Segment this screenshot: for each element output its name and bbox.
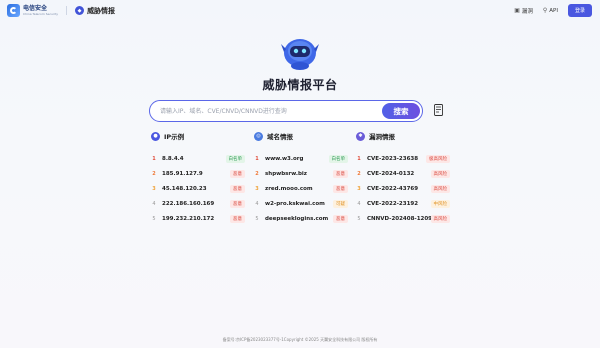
status-badge: 高风险 <box>430 169 450 178</box>
ip-column-title: IP示例 <box>164 133 185 141</box>
list-item[interactable]: 4 w2-pro.kskwai.com 可疑 <box>254 196 348 211</box>
brand-divider <box>66 6 68 15</box>
status-badge: 恶意 <box>333 214 348 223</box>
list-item[interactable]: 5 CNNVD-202408-1209 高风险 <box>356 211 450 226</box>
status-badge: 高风险 <box>430 214 450 223</box>
rank-number: 4 <box>255 200 259 207</box>
nav-vuln[interactable]: ▣ 漏洞 <box>514 7 533 15</box>
top-nav: ▣ 漏洞 ⚲ API 登录 <box>514 4 592 17</box>
nav-api[interactable]: ⚲ API <box>543 7 558 14</box>
status-badge: 恶意 <box>333 169 348 178</box>
list-item[interactable]: 4 CVE-2022-23192 中风险 <box>356 196 450 211</box>
item-value: deepseeklogins.com <box>265 215 329 222</box>
search-button[interactable]: 搜索 <box>382 103 420 119</box>
status-badge: 恶意 <box>230 184 245 193</box>
brand[interactable]: 电信安全 China Telecom Security ◆ 威胁情报 <box>7 4 115 17</box>
ip-list: 1 8.8.4.4 白名单 2 185.91.127.9 恶意 3 45.148.120.23… <box>151 151 245 226</box>
status-badge: 恶意 <box>230 169 245 178</box>
bug-icon: ✱ <box>356 131 365 141</box>
list-item[interactable]: 3 zred.mooo.com 恶意 <box>254 181 348 196</box>
item-value: CNNVD-202408-1209 <box>367 215 431 222</box>
status-badge: 可疑 <box>333 199 348 208</box>
list-item[interactable]: 1 CVE-2023-23638 极高风险 <box>356 151 450 166</box>
status-badge: 恶意 <box>333 184 348 193</box>
brand-subtitle: China Telecom Security <box>23 11 59 16</box>
robot-mascot-icon <box>281 39 319 70</box>
item-value: 222.186.160.169 <box>162 200 215 207</box>
rank-number: 4 <box>357 200 361 207</box>
list-item[interactable]: 5 deepseeklogins.com 恶意 <box>254 211 348 226</box>
rank-number: 5 <box>255 215 259 222</box>
item-value: CVE-2022-23192 <box>367 200 419 207</box>
search-bar: 搜索 <box>149 100 423 122</box>
item-value: zred.mooo.com <box>265 185 313 192</box>
shield-icon: ◆ <box>75 6 85 15</box>
rank-number: 1 <box>255 155 259 162</box>
rank-number: 4 <box>152 200 156 207</box>
ip-column-header: ● IP示例 <box>151 131 245 141</box>
list-item[interactable]: 4 222.186.160.169 恶意 <box>151 196 245 211</box>
login-button[interactable]: 登录 <box>567 4 592 17</box>
list-item[interactable]: 1 8.8.4.4 白名单 <box>151 151 245 166</box>
list-item[interactable]: 3 45.148.120.23 恶意 <box>151 181 245 196</box>
item-value: 199.232.210.172 <box>162 215 215 222</box>
status-badge: 极高风险 <box>426 154 450 163</box>
search-input[interactable] <box>150 106 382 116</box>
rank-number: 1 <box>357 155 361 162</box>
vuln-column: ✱ 漏洞情报 1 CVE-2023-23638 极高风险 2 CVE-2024-0132… <box>356 131 450 226</box>
item-value: 8.8.4.4 <box>162 155 184 162</box>
list-item[interactable]: 1 www.w3.org 白名单 <box>254 151 348 166</box>
rank-number: 5 <box>152 215 156 222</box>
link-icon: ⚲ <box>542 7 548 14</box>
nav-vuln-label: 漏洞 <box>521 8 533 15</box>
list-item[interactable]: 5 199.232.210.172 恶意 <box>151 211 245 226</box>
brand-name: 电信安全 <box>23 4 48 12</box>
vuln-list: 1 CVE-2023-23638 极高风险 2 CVE-2024-0132 高风险 3 CVE… <box>356 151 450 226</box>
vuln-column-header: ✱ 漏洞情报 <box>356 131 450 141</box>
nav-api-label: API <box>549 7 558 14</box>
document-icon[interactable] <box>434 104 443 116</box>
item-value: CVE-2024-0132 <box>367 170 415 177</box>
top-bar: 电信安全 China Telecom Security ◆ 威胁情报 ▣ 漏洞 … <box>0 0 600 22</box>
footer: 备案号:京ICP备2023023377号-1Copyright ©2025 天翼… <box>222 337 378 342</box>
ip-column: ● IP示例 1 8.8.4.4 白名单 2 185.91.127.9 恶意 3 45.148… <box>151 131 245 226</box>
item-value: 185.91.127.9 <box>162 170 203 177</box>
status-badge: 白名单 <box>328 154 348 163</box>
domain-column: ◎ 域名情报 1 www.w3.org 白名单 2 shpwbsrw.biz 恶意 3 zre… <box>254 131 348 226</box>
rank-number: 2 <box>357 170 361 177</box>
vuln-column-title: 漏洞情报 <box>369 133 395 141</box>
rank-number: 3 <box>255 185 259 192</box>
rank-number: 5 <box>357 215 361 222</box>
rank-number: 2 <box>255 170 259 177</box>
rank-number: 3 <box>357 185 361 192</box>
domain-list: 1 www.w3.org 白名单 2 shpwbsrw.biz 恶意 3 zred.mooo.… <box>254 151 348 226</box>
globe-icon: ◎ <box>254 131 263 141</box>
item-value: www.w3.org <box>265 155 304 162</box>
item-value: CVE-2022-43769 <box>367 185 419 192</box>
page-title: 威胁情报平台 <box>262 78 338 92</box>
rank-number: 3 <box>152 185 156 192</box>
list-item[interactable]: 2 185.91.127.9 恶意 <box>151 166 245 181</box>
list-item[interactable]: 3 CVE-2022-43769 高风险 <box>356 181 450 196</box>
status-badge: 高风险 <box>430 184 450 193</box>
status-badge: 中风险 <box>430 199 450 208</box>
domain-column-header: ◎ 域名情报 <box>254 131 348 141</box>
brand-logo-icon <box>7 4 20 17</box>
list-item[interactable]: 2 shpwbsrw.biz 恶意 <box>254 166 348 181</box>
domain-column-title: 域名情报 <box>267 133 293 141</box>
bug-icon: ▣ <box>514 7 520 14</box>
status-badge: 白名单 <box>225 154 245 163</box>
item-value: w2-pro.kskwai.com <box>265 200 325 207</box>
rank-number: 1 <box>152 155 156 162</box>
item-value: 45.148.120.23 <box>162 185 207 192</box>
app-name: 威胁情报 <box>87 6 116 15</box>
item-value: shpwbsrw.biz <box>265 170 307 177</box>
status-badge: 恶意 <box>230 214 245 223</box>
list-item[interactable]: 2 CVE-2024-0132 高风险 <box>356 166 450 181</box>
app-title: ◆ 威胁情报 <box>75 6 115 16</box>
item-value: CVE-2023-23638 <box>367 155 419 162</box>
rank-number: 2 <box>152 170 156 177</box>
ip-location-icon: ● <box>151 131 160 141</box>
status-badge: 恶意 <box>230 199 245 208</box>
